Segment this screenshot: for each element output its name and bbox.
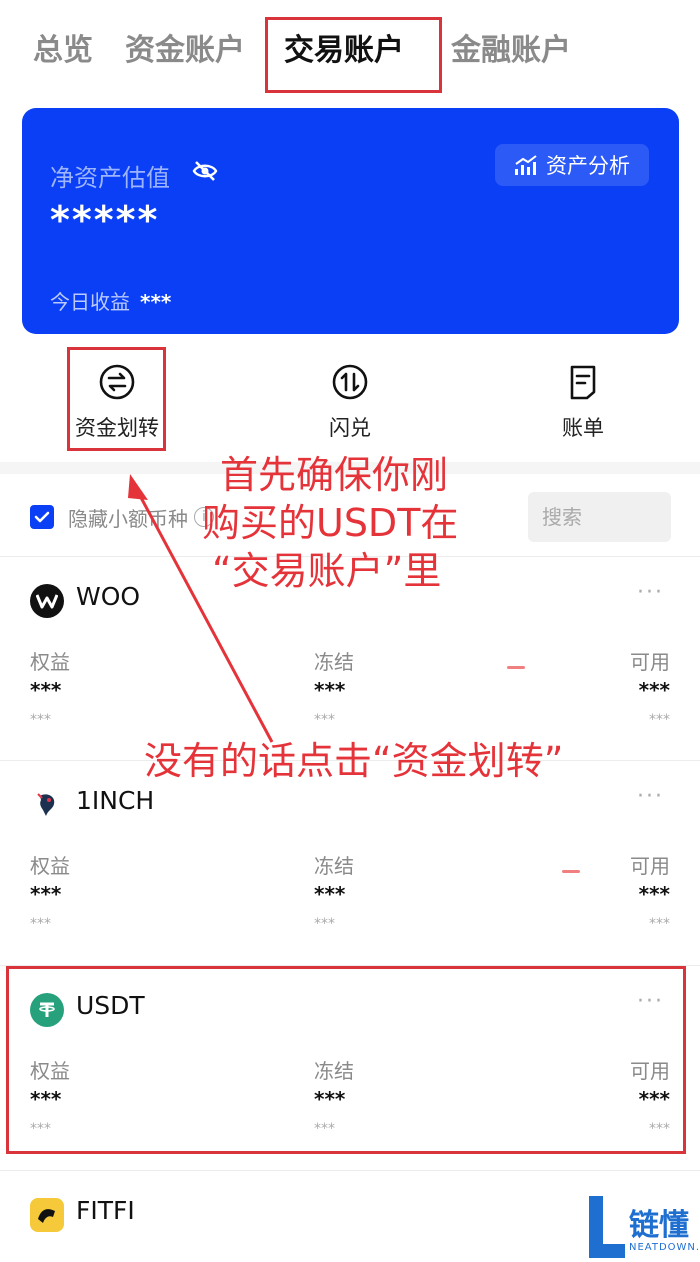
trading-tab-highlight-box: [265, 17, 442, 93]
1inch-logo-icon: [30, 788, 64, 822]
hide-small-filter[interactable]: 隐藏小额币种 i: [30, 502, 214, 532]
site-watermark-logo: 链懂 NEATDOWN.COM: [585, 1190, 700, 1262]
today-income-label: 今日收益: [50, 290, 130, 314]
annotation-mark: [562, 870, 580, 873]
hide-small-label: 隐藏小额币种: [68, 506, 188, 531]
swap-icon: [332, 364, 368, 400]
available-label: 可用: [630, 650, 670, 674]
frozen-value: ***: [314, 882, 346, 906]
more-icon[interactable]: ···: [637, 580, 664, 605]
flash-swap-label: 闪兑: [329, 416, 371, 440]
fund-transfer-highlight-box: [67, 347, 166, 451]
available-value: ***: [638, 882, 670, 906]
today-income-value: ***: [140, 290, 172, 314]
frozen-value: ***: [314, 678, 346, 702]
hide-small-checkbox[interactable]: [30, 505, 54, 529]
frozen-sub-value: ***: [314, 916, 335, 932]
usdt-highlight-box: [6, 966, 686, 1154]
account-tabs: 总览 资金账户 交易账户 金融账户: [0, 0, 700, 100]
asset-analysis-button[interactable]: 资产分析: [495, 144, 649, 186]
equity-label: 权益: [30, 854, 70, 878]
bill-label: 账单: [562, 416, 604, 440]
asset-analysis-label: 资产分析: [546, 154, 630, 178]
watermark-text: 链懂: [629, 1208, 689, 1243]
annotation-line-3: “交易账户”里: [212, 549, 442, 593]
equity-label: 权益: [30, 650, 70, 674]
available-sub-value: ***: [649, 712, 670, 728]
asset-name: FITFI: [76, 1196, 135, 1225]
annotation-line-2: 购买的USDT在: [202, 501, 459, 545]
net-asset-value: *****: [50, 198, 160, 242]
woo-logo-icon: [30, 584, 64, 618]
equity-value: ***: [30, 678, 62, 702]
bill-button[interactable]: 账单: [513, 362, 653, 442]
available-label: 可用: [630, 854, 670, 878]
today-income: 今日收益 ***: [50, 286, 171, 315]
annotation-mark: [507, 666, 525, 669]
watermark-subtext: NEATDOWN.COM: [629, 1242, 700, 1253]
net-asset-card: 净资产估值 ***** 资产分析 今日收益 ***: [22, 108, 679, 334]
asset-row-1inch[interactable]: 1INCH ··· 权益 冻结 可用 *** *** *** *** *** *…: [0, 760, 700, 965]
frozen-label: 冻结: [314, 650, 354, 674]
frozen-label: 冻结: [314, 854, 354, 878]
annotation-line-4: 没有的话点击“资金划转”: [144, 739, 564, 783]
frozen-sub-value: ***: [314, 712, 335, 728]
available-sub-value: ***: [649, 916, 670, 932]
check-icon: [34, 511, 50, 523]
bill-icon: [570, 365, 596, 400]
equity-sub-value: ***: [30, 712, 51, 728]
flash-swap-button[interactable]: 闪兑: [280, 362, 420, 442]
available-value: ***: [638, 678, 670, 702]
chart-trend-icon: [515, 155, 537, 175]
tab-overview[interactable]: 总览: [33, 30, 93, 72]
net-asset-label: 净资产估值: [50, 164, 170, 192]
row-divider: [0, 1170, 700, 1171]
tab-funding-account[interactable]: 资金账户: [125, 30, 245, 72]
asset-name: WOO: [76, 582, 141, 611]
hide-eye-icon[interactable]: [192, 160, 218, 182]
asset-name: 1INCH: [76, 786, 155, 815]
more-icon[interactable]: ···: [637, 784, 664, 809]
annotation-line-1: 首先确保你刚: [220, 453, 449, 497]
equity-sub-value: ***: [30, 916, 51, 932]
search-input[interactable]: [528, 492, 671, 542]
fitfi-logo-icon: [30, 1198, 64, 1232]
equity-value: ***: [30, 882, 62, 906]
tab-financial-account[interactable]: 金融账户: [451, 30, 571, 72]
